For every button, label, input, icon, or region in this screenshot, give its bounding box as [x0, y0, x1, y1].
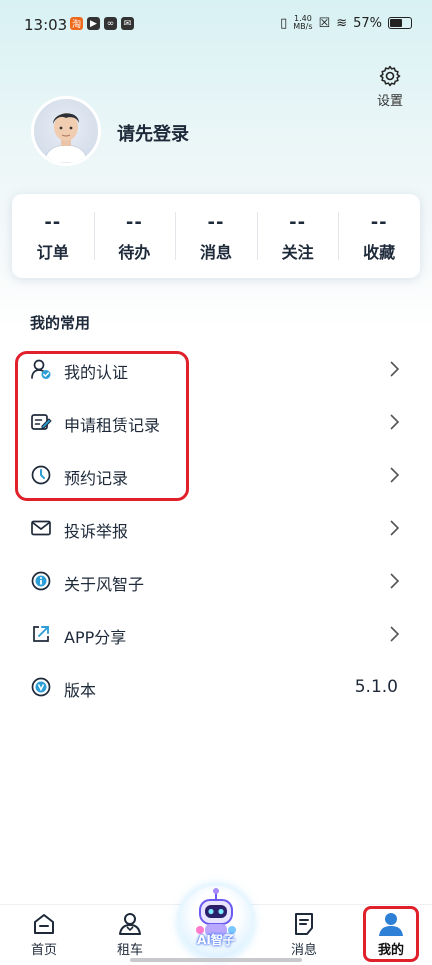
menu-label: APP分享 — [64, 628, 127, 647]
notification-icons: 淘 ▶ ∞ ✉ — [70, 17, 134, 30]
battery-icon — [388, 17, 412, 29]
stat-label: 收藏 — [363, 243, 396, 262]
version-icon — [31, 677, 51, 697]
stat-following[interactable]: -- 关注 — [256, 194, 339, 278]
tab-label: 首页 — [30, 943, 57, 958]
tab-mine[interactable]: 我的 — [361, 905, 421, 963]
stat-value: -- — [289, 212, 307, 233]
battery-percent: 57% — [353, 15, 382, 31]
status-right: ▯ 1.40 MB/s ☒ ≋ 57% — [280, 15, 412, 31]
info-icon — [31, 571, 51, 591]
settings-label: 设置 — [376, 94, 403, 109]
chevron-right-icon — [390, 573, 400, 589]
menu-label: 投诉举报 — [64, 522, 129, 541]
menu-label: 版本 — [64, 681, 97, 700]
menu-item-complaints[interactable]: 投诉举报 — [0, 503, 432, 556]
stat-messages[interactable]: -- 消息 — [175, 194, 257, 278]
stat-label: 消息 — [199, 243, 232, 262]
stat-value: -- — [207, 212, 225, 233]
menu-list: 我的认证 申请租赁记录 预约记录 投诉举报 关于风智子 APP分享 版本 5.1… — [0, 344, 432, 715]
chevron-right-icon — [390, 520, 400, 536]
ai-label: AI智子 — [197, 933, 235, 947]
stat-label: 关注 — [281, 243, 314, 262]
avatar[interactable] — [31, 96, 101, 166]
tab-label: 消息 — [290, 943, 317, 958]
video-app-icon: ▶ — [87, 17, 100, 30]
menu-item-version[interactable]: 版本 5.1.0 — [0, 662, 432, 715]
vibrate-icon: ▯ — [280, 15, 288, 31]
home-indicator[interactable] — [130, 958, 302, 962]
stat-label: 待办 — [118, 243, 151, 262]
menu-item-share[interactable]: APP分享 — [0, 609, 432, 662]
tab-home[interactable]: 首页 — [14, 905, 74, 963]
menu-label: 预约记录 — [64, 469, 129, 488]
stat-value: -- — [125, 212, 143, 233]
home-icon — [34, 914, 54, 934]
stat-value: -- — [370, 212, 388, 233]
tab-label: 租车 — [116, 943, 143, 958]
message-doc-icon — [295, 913, 313, 935]
share-icon — [33, 626, 49, 642]
message-app-icon: ✉ — [121, 17, 134, 30]
settings-button[interactable]: 设置 — [370, 64, 410, 109]
menu-item-appointments[interactable]: 预约记录 — [0, 450, 432, 503]
user-verified-icon — [31, 359, 51, 379]
menu-label: 关于风智子 — [64, 575, 145, 594]
network-speed: 1.40 MB/s — [293, 15, 312, 31]
stat-value: -- — [44, 212, 62, 233]
stats-card: -- 订单 -- 待办 -- 消息 -- 关注 -- 收藏 — [12, 194, 420, 278]
gear-icon — [379, 65, 401, 87]
stat-label: 订单 — [36, 243, 69, 262]
app-notification-icon: 淘 — [70, 17, 83, 30]
login-prompt[interactable]: 请先登录 — [117, 120, 189, 146]
chevron-right-icon — [390, 467, 400, 483]
user-avatar-illustration — [43, 113, 89, 163]
stat-favorites[interactable]: -- 收藏 — [338, 194, 420, 278]
ai-assistant-button[interactable]: AI智子 — [180, 886, 252, 958]
clock-icon — [31, 465, 51, 485]
sim-icon: ☒ — [318, 15, 331, 31]
edit-document-icon — [31, 414, 52, 430]
netspeed-unit: MB/s — [293, 22, 313, 31]
user-icon — [119, 913, 141, 935]
profile-filled-icon — [379, 913, 403, 936]
menu-item-about[interactable]: 关于风智子 — [0, 556, 432, 609]
chevron-right-icon — [390, 626, 400, 642]
wifi-icon: ≋ — [336, 15, 348, 31]
version-value: 5.1.0 — [354, 677, 398, 697]
mail-icon — [31, 520, 51, 536]
link-app-icon: ∞ — [104, 17, 117, 30]
stat-todo[interactable]: -- 待办 — [93, 194, 176, 278]
tab-messages[interactable]: 消息 — [274, 905, 334, 963]
status-time: 13:03 — [24, 16, 68, 34]
chevron-right-icon — [390, 414, 400, 430]
tab-rent[interactable]: 租车 — [100, 905, 160, 963]
menu-item-verification[interactable]: 我的认证 — [0, 344, 432, 397]
menu-label: 申请租赁记录 — [64, 416, 161, 435]
menu-label: 我的认证 — [64, 363, 129, 382]
section-title: 我的常用 — [30, 314, 91, 332]
menu-item-rental-records[interactable]: 申请租赁记录 — [0, 397, 432, 450]
chevron-right-icon — [390, 361, 400, 377]
stat-orders[interactable]: -- 订单 — [12, 194, 94, 278]
tab-label: 我的 — [377, 943, 404, 958]
status-bar: 13:03 淘 ▶ ∞ ✉ ▯ 1.40 MB/s ☒ ≋ 57% — [0, 0, 432, 52]
